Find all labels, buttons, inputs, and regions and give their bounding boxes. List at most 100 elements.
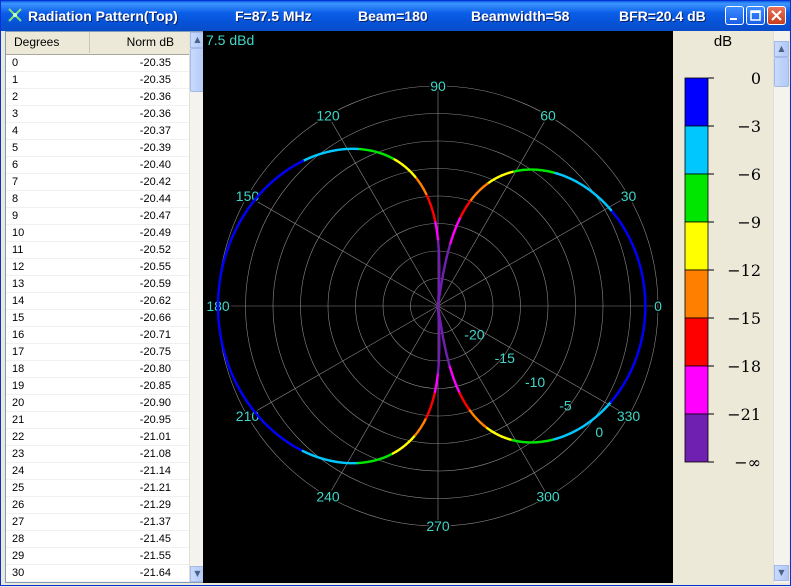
table-scrollbar[interactable]: ▲ ▼	[189, 32, 204, 582]
table-row[interactable]: 25-21.21	[6, 480, 189, 497]
polar-plot-svg: 7.5 dBd 0306090120150180210240270300330-…	[203, 31, 673, 583]
polar-plot: 7.5 dBd 0306090120150180210240270300330-…	[203, 31, 673, 583]
legend-swatch	[685, 270, 708, 318]
grid-spoke	[247, 306, 438, 416]
table-row[interactable]: 7 -20.42	[6, 174, 189, 191]
angle-label: 300	[536, 489, 560, 505]
window-scroll-thumb[interactable]	[774, 57, 789, 87]
table-row[interactable]: 23-21.08	[6, 446, 189, 463]
cell-norm-db: -21.64	[140, 567, 171, 579]
legend-swatch	[685, 318, 708, 366]
table-row[interactable]: 2 -20.36	[6, 89, 189, 106]
ring-value-label: -10	[525, 374, 545, 390]
cell-norm-db: -20.71	[140, 329, 171, 341]
cell-norm-db: -20.35	[140, 57, 171, 69]
ring-value-label: -20	[464, 326, 484, 342]
cell-norm-db: -20.75	[140, 346, 171, 358]
cell-degrees: 2	[12, 91, 18, 103]
angle-label: 30	[621, 188, 637, 204]
table-row[interactable]: 15-20.66	[6, 310, 189, 327]
table-row[interactable]: 8 -20.44	[6, 191, 189, 208]
legend-label: −3	[737, 117, 761, 136]
cell-degrees: 16	[12, 329, 24, 341]
cell-degrees: 17	[12, 346, 24, 358]
table-row[interactable]: 20-20.90	[6, 395, 189, 412]
table-row[interactable]: 30-21.64	[6, 565, 189, 582]
column-header-degrees[interactable]: Degrees	[6, 32, 90, 53]
table-row[interactable]: 1 -20.35	[6, 72, 189, 89]
legend-swatch	[685, 366, 708, 414]
pattern-segment	[438, 287, 439, 306]
table-row[interactable]: 22-21.01	[6, 429, 189, 446]
cell-norm-db: -21.37	[140, 516, 171, 528]
cell-degrees: 6	[12, 159, 18, 171]
window-scroll-up-button[interactable]: ▲	[774, 41, 789, 57]
table-row[interactable]: 0-20.35	[6, 55, 189, 72]
grid-spoke	[247, 196, 438, 306]
pattern-segment	[456, 219, 459, 226]
pattern-segment	[437, 373, 438, 383]
cell-degrees: 3	[12, 108, 18, 120]
cell-norm-db: -20.80	[140, 363, 171, 375]
table-row[interactable]: 3-20.36	[6, 106, 189, 123]
cell-norm-db: -20.55	[140, 261, 171, 273]
table-row[interactable]: 21-20.95	[6, 412, 189, 429]
column-header-norm-db[interactable]: Norm dB	[90, 32, 189, 53]
table-row[interactable]: 12 -20.55	[6, 259, 189, 276]
cell-degrees: 22	[12, 431, 24, 443]
table-row[interactable]: 11 -20.52	[6, 242, 189, 259]
cell-degrees: 18	[12, 363, 24, 375]
legend-label: 0	[751, 69, 761, 88]
table-row[interactable]: 16 -20.71	[6, 327, 189, 344]
table-row[interactable]: 10-20.49	[6, 225, 189, 242]
cell-norm-db: -20.36	[140, 91, 171, 103]
table-row[interactable]: 17 -20.75	[6, 344, 189, 361]
table-row[interactable]: 18 -20.80	[6, 361, 189, 378]
table-row[interactable]: 14-20.62	[6, 293, 189, 310]
angle-label: 120	[316, 107, 340, 123]
cell-degrees: 7	[12, 176, 18, 188]
angle-label: 270	[426, 518, 450, 534]
maximize-button[interactable]	[746, 6, 765, 25]
cell-norm-db: -21.45	[140, 533, 171, 545]
cell-norm-db: -20.90	[140, 397, 171, 409]
table-body: 0-20.35 1 -20.35 2 -20.36 3-20.364-20.375-20.…	[6, 55, 189, 582]
table-row[interactable]: 19-20.85	[6, 378, 189, 395]
scroll-down-button[interactable]: ▼	[190, 566, 204, 582]
cell-degrees: 9	[12, 210, 18, 222]
pattern-segment	[450, 235, 453, 245]
cell-degrees: 1	[12, 74, 18, 86]
cell-degrees: 11	[12, 244, 23, 256]
cell-degrees: 21	[12, 414, 24, 426]
scroll-up-button[interactable]: ▲	[190, 32, 204, 48]
cell-norm-db: -20.52	[140, 244, 171, 256]
table-row[interactable]: 27-21.37	[6, 514, 189, 531]
cell-norm-db: -21.21	[140, 482, 171, 494]
table-row[interactable]: 26-21.29	[6, 497, 189, 514]
table-row[interactable]: 13-20.59	[6, 276, 189, 293]
close-button[interactable]	[767, 6, 786, 25]
table-row[interactable]: 5-20.39	[6, 140, 189, 157]
cell-norm-db: -20.42	[140, 176, 171, 188]
table-row[interactable]: 24-21.14	[6, 463, 189, 480]
cell-degrees: 12	[12, 261, 24, 273]
table-row[interactable]: 28-21.45	[6, 531, 189, 548]
cell-norm-db: -20.35	[140, 74, 171, 86]
cell-norm-db: -21.14	[140, 465, 171, 477]
pattern-segment	[446, 354, 449, 367]
minimize-button[interactable]	[725, 6, 744, 25]
legend-swatch	[685, 126, 708, 174]
window-scrollbar[interactable]: ▲ ▼	[773, 31, 789, 583]
table-row[interactable]: 29-21.55	[6, 548, 189, 565]
table-row[interactable]: 9-20.47	[6, 208, 189, 225]
pattern-segment	[443, 338, 446, 354]
table-row[interactable]: 4-20.37	[6, 123, 189, 140]
table-row[interactable]: 6-20.40	[6, 157, 189, 174]
window-scroll-down-button[interactable]: ▼	[774, 565, 789, 581]
legend-unit: dB	[714, 33, 732, 50]
title-bar[interactable]: Radiation Pattern(Top) F=87.5 MHz Beam=1…	[1, 1, 790, 31]
cell-degrees: 8	[12, 193, 18, 205]
cell-norm-db: -20.59	[140, 278, 171, 290]
scroll-thumb[interactable]	[190, 48, 204, 92]
cell-norm-db: -20.44	[140, 193, 171, 205]
